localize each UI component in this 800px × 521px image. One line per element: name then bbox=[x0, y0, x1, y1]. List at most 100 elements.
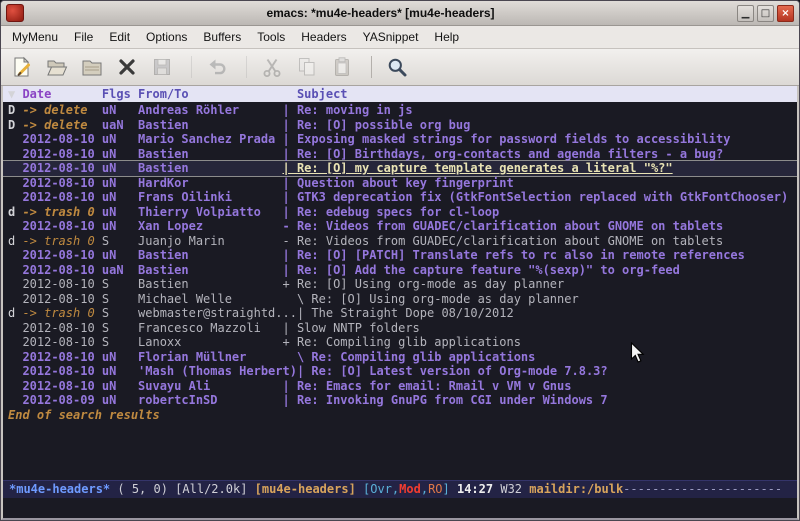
date-cell: 2012-08-10 bbox=[22, 292, 101, 307]
flags-cell: S bbox=[102, 234, 138, 249]
menu-item-file[interactable]: File bbox=[66, 27, 101, 47]
maximize-button[interactable]: □ bbox=[757, 5, 774, 22]
search-button[interactable] bbox=[383, 53, 411, 81]
from-cell: Lanoxx bbox=[138, 335, 282, 350]
headers-column-bar[interactable]: ▼DateFlgsFrom/To Subject bbox=[3, 86, 797, 102]
date-cell: 2012-08-10 bbox=[22, 161, 101, 176]
search-magnifier-icon bbox=[386, 56, 408, 78]
message-row[interactable]: 2012-08-10uNBastien| Re: [O] my capture … bbox=[3, 161, 797, 176]
date-cell: -> delete bbox=[22, 118, 101, 133]
close-button[interactable]: × bbox=[777, 5, 794, 22]
from-cell: Francesco Mazzoli bbox=[138, 321, 282, 336]
menu-item-mymenu[interactable]: MyMenu bbox=[4, 27, 66, 47]
modeline-segment: maildir:/bulk bbox=[529, 482, 623, 496]
menu-item-headers[interactable]: Headers bbox=[293, 27, 354, 47]
dired-button[interactable] bbox=[78, 53, 106, 81]
subject-cell: | Re: edebug specs for cl-loop bbox=[283, 205, 500, 219]
emacs-frame: ▼DateFlgsFrom/To Subject D-> deleteuNAnd… bbox=[1, 86, 799, 520]
modeline-segment: RO bbox=[428, 482, 442, 496]
mouse-cursor bbox=[630, 342, 647, 365]
menu-item-buffers[interactable]: Buffers bbox=[195, 27, 249, 47]
flags-cell: uN bbox=[102, 103, 138, 118]
from-cell: Juanjo Marin bbox=[138, 234, 282, 249]
date-cell: 2012-08-09 bbox=[22, 393, 101, 408]
from-cell: Andreas Röhler bbox=[138, 103, 282, 118]
titlebar[interactable]: emacs: *mu4e-headers* [mu4e-headers] ▁□× bbox=[1, 1, 799, 26]
toolbar bbox=[1, 49, 799, 86]
window-controls: ▁□× bbox=[737, 5, 794, 22]
from-cell: Bastien bbox=[138, 263, 282, 278]
minimize-button[interactable]: ▁ bbox=[737, 5, 754, 22]
modeline-segment: ( 5, 0) [All/2.0k] bbox=[110, 482, 255, 496]
message-row[interactable]: 2012-08-10uNBastien| Re: [O] Birthdays, … bbox=[3, 147, 797, 162]
date-cell: 2012-08-10 bbox=[22, 379, 101, 394]
from-cell: Bastien bbox=[138, 277, 282, 292]
subject-cell: | Re: [O] possible org bug bbox=[283, 118, 471, 132]
from-cell: Thierry Volpiatto bbox=[138, 205, 282, 220]
menu-item-tools[interactable]: Tools bbox=[249, 27, 293, 47]
folder-icon bbox=[81, 56, 103, 78]
mark-char: D bbox=[8, 118, 22, 133]
column-header-subject[interactable]: Subject bbox=[283, 87, 348, 101]
new-file-button[interactable] bbox=[8, 53, 36, 81]
menu-item-yasnippet[interactable]: YASnippet bbox=[355, 27, 427, 47]
flags-cell: uN bbox=[102, 147, 138, 162]
open-file-button[interactable] bbox=[43, 53, 71, 81]
message-row[interactable]: 2012-08-10SBastien+ Re: [O] Using org-mo… bbox=[3, 277, 797, 292]
subject-cell: | Exposing masked strings for password f… bbox=[283, 132, 731, 146]
date-cell: 2012-08-10 bbox=[22, 147, 101, 162]
subject-cell: \ Re: Compiling glib applications bbox=[283, 350, 536, 364]
column-header-from[interactable]: From/To bbox=[138, 86, 282, 102]
modeline-segment: [Ovr, bbox=[363, 482, 399, 496]
mark-char: d bbox=[8, 205, 22, 220]
message-row[interactable]: 2012-08-10uN'Mash (Thomas Herbert)| Re: … bbox=[3, 364, 797, 379]
message-row[interactable]: 2012-08-10SLanoxx+ Re: Compiling glib ap… bbox=[3, 335, 797, 350]
message-row[interactable]: 2012-08-10uNXan Lopez- Re: Videos from G… bbox=[3, 219, 797, 234]
message-list: D-> deleteuNAndreas Röhler| Re: moving i… bbox=[3, 102, 797, 408]
flags-cell: uN bbox=[102, 161, 138, 176]
column-header-date[interactable]: Date bbox=[22, 86, 101, 102]
message-row[interactable]: 2012-08-10SMichael Welle \ Re: [O] Using… bbox=[3, 292, 797, 307]
message-row[interactable]: 2012-08-10SFrancesco Mazzoli| Slow NNTP … bbox=[3, 321, 797, 336]
kill-buffer-button[interactable] bbox=[113, 53, 141, 81]
from-cell: 'Mash (Thomas Herbert) bbox=[138, 364, 297, 379]
subject-cell: | Question about key fingerprint bbox=[283, 176, 514, 190]
clipboard-paste-icon bbox=[331, 56, 353, 78]
flags-cell: uN bbox=[102, 132, 138, 147]
message-row[interactable]: d-> trash 0Swebmaster@straightd...| The … bbox=[3, 306, 797, 321]
menu-item-help[interactable]: Help bbox=[426, 27, 467, 47]
from-cell: Bastien bbox=[138, 118, 282, 133]
save-buffer-button bbox=[148, 53, 176, 81]
message-row[interactable]: D-> deleteuaNBastien| Re: [O] possible o… bbox=[3, 118, 797, 133]
date-cell: 2012-08-10 bbox=[22, 248, 101, 263]
menu-item-options[interactable]: Options bbox=[138, 27, 195, 47]
message-row[interactable]: 2012-08-10uNBastien| Re: [O] [PATCH] Tra… bbox=[3, 248, 797, 263]
mark-char: d bbox=[8, 306, 22, 321]
date-cell: 2012-08-10 bbox=[22, 321, 101, 336]
menu-item-edit[interactable]: Edit bbox=[101, 27, 138, 47]
sort-direction-icon[interactable]: ▼ bbox=[8, 86, 22, 102]
message-row[interactable]: d-> trash 0SJuanjo Marin- Re: Videos fro… bbox=[3, 234, 797, 249]
message-row[interactable]: 2012-08-09uNrobertcInSD| Re: Invoking Gn… bbox=[3, 393, 797, 408]
flags-cell: S bbox=[102, 306, 138, 321]
from-cell: HardKor bbox=[138, 176, 282, 191]
message-row[interactable]: d-> trash 0uNThierry Volpiatto| Re: edeb… bbox=[3, 205, 797, 220]
paste-button bbox=[328, 53, 356, 81]
date-cell: 2012-08-10 bbox=[22, 335, 101, 350]
date-cell: -> trash 0 bbox=[22, 306, 101, 321]
date-cell: 2012-08-10 bbox=[22, 364, 101, 379]
mode-line[interactable]: *mu4e-headers* ( 5, 0) [All/2.0k] [mu4e-… bbox=[3, 480, 797, 498]
subject-cell: | Re: [O] my capture template generates … bbox=[283, 161, 673, 175]
message-row[interactable]: 2012-08-10uNHardKor| Question about key … bbox=[3, 176, 797, 191]
flags-cell: S bbox=[102, 321, 138, 336]
message-row[interactable]: 2012-08-10uNMario Sanchez Prada| Exposin… bbox=[3, 132, 797, 147]
subject-cell: | The Straight Dope 08/10/2012 bbox=[297, 306, 514, 320]
message-row[interactable]: D-> deleteuNAndreas Röhler| Re: moving i… bbox=[3, 103, 797, 118]
message-row[interactable]: 2012-08-10uNFlorian Müllner \ Re: Compil… bbox=[3, 350, 797, 365]
message-row[interactable]: 2012-08-10uNFrans Oilinki| GTK3 deprecat… bbox=[3, 190, 797, 205]
message-row[interactable]: 2012-08-10uaNBastien| Re: [O] Add the ca… bbox=[3, 263, 797, 278]
subject-cell: | Re: [O] Birthdays, org-contacts and ag… bbox=[283, 147, 724, 161]
message-row[interactable]: 2012-08-10uNSuvayu Ali| Re: Emacs for em… bbox=[3, 379, 797, 394]
column-header-flags[interactable]: Flgs bbox=[102, 86, 138, 102]
echo-area-minibuffer[interactable] bbox=[3, 498, 797, 518]
